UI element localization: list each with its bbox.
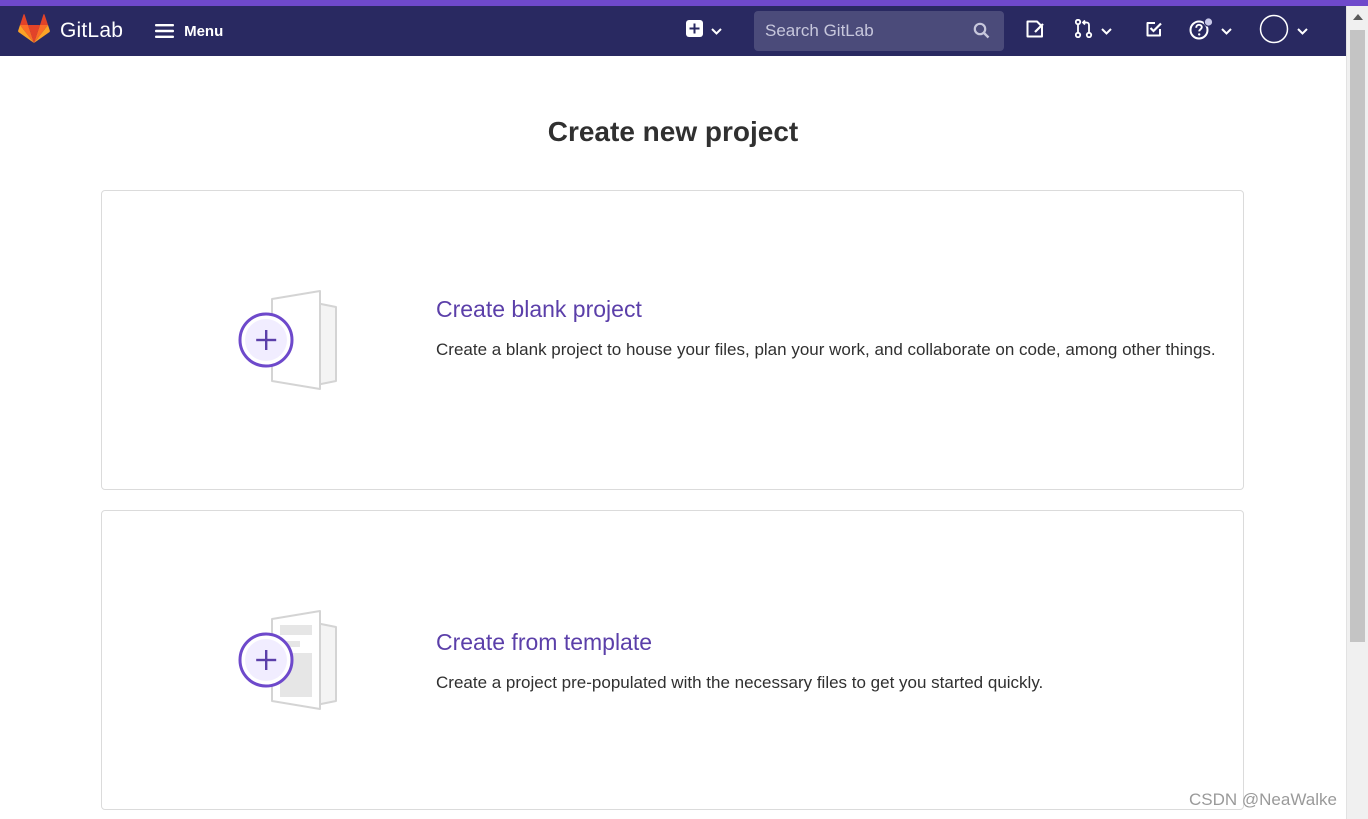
- template-project-illustration-icon: [232, 609, 342, 716]
- page-title: Create new project: [547, 116, 799, 147]
- card-title[interactable]: Create blank project: [436, 296, 1216, 323]
- help-icon: [1189, 16, 1214, 45]
- chevron-down-icon: [1297, 27, 1308, 35]
- new-item-dropdown[interactable]: [686, 6, 722, 56]
- issues-icon: [1026, 20, 1046, 43]
- card-description: Create a project pre-populated with the …: [436, 673, 1044, 692]
- menu-button[interactable]: Menu: [155, 23, 223, 40]
- avatar: [1259, 14, 1289, 49]
- brand-name: GitLab: [60, 19, 124, 42]
- card-title[interactable]: Create from template: [436, 629, 1216, 656]
- new-item-icon: [686, 20, 703, 42]
- todo-icon: [1145, 20, 1163, 43]
- brand-home-link[interactable]: GitLab: [18, 13, 124, 49]
- card-description: Create a blank project to house your fil…: [436, 340, 1216, 359]
- blank-project-illustration-icon: [232, 289, 342, 396]
- hamburger-icon: [155, 24, 175, 38]
- create-blank-project-card[interactable]: Create blank project Create a blank proj…: [101, 190, 1244, 490]
- search-input[interactable]: [765, 21, 965, 41]
- chevron-down-icon: [1101, 27, 1112, 35]
- gitlab-logo-icon: [18, 13, 50, 49]
- scrollbar-thumb[interactable]: [1350, 30, 1365, 642]
- scroll-up-arrow-icon[interactable]: [1353, 14, 1363, 20]
- search-icon: [973, 22, 990, 39]
- merge-requests-icon: [1074, 18, 1093, 43]
- merge-requests-dropdown[interactable]: [1074, 6, 1112, 56]
- chevron-down-icon: [1221, 27, 1232, 35]
- watermark-text: CSDN @NeaWalke: [1189, 790, 1337, 809]
- issues-button[interactable]: [1026, 6, 1046, 56]
- search-box[interactable]: [754, 11, 1004, 51]
- create-from-template-card[interactable]: Create from template Create a project pr…: [101, 510, 1244, 810]
- help-dropdown[interactable]: [1189, 6, 1232, 56]
- user-menu-dropdown[interactable]: [1259, 6, 1308, 56]
- nav-new-dropdown-wrap: [686, 6, 722, 56]
- card-text: Create blank project Create a blank proj…: [436, 296, 1216, 363]
- top-navbar: GitLab Menu: [0, 6, 1346, 56]
- card-text: Create from template Create a project pr…: [436, 629, 1216, 696]
- chevron-down-icon: [711, 27, 722, 35]
- vertical-scrollbar[interactable]: [1346, 6, 1368, 819]
- menu-label: Menu: [184, 22, 224, 40]
- todo-button[interactable]: [1145, 6, 1163, 56]
